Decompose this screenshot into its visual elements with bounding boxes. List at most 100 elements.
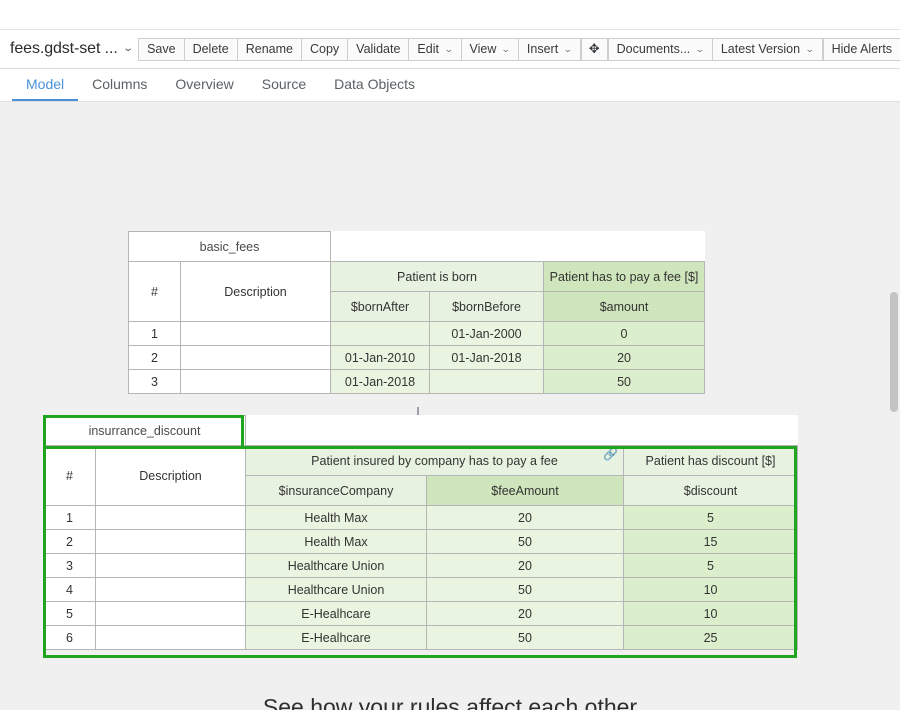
- table-row[interactable]: 6 E-Healhcare 50 25: [43, 625, 799, 650]
- rename-button[interactable]: Rename: [236, 37, 301, 61]
- cell-bornbefore[interactable]: 01-Jan-2018: [429, 345, 545, 370]
- table-name-basic-fees[interactable]: basic_fees: [127, 231, 332, 262]
- table-row[interactable]: 2 Health Max 50 15: [43, 529, 799, 554]
- row-description[interactable]: [95, 577, 246, 602]
- table-row[interactable]: 1 01-Jan-2000 0: [128, 321, 706, 346]
- cell-feeamount[interactable]: 50: [426, 577, 624, 602]
- cell-discount[interactable]: 25: [622, 625, 799, 650]
- save-button-label: Save: [147, 42, 176, 56]
- cell-amount[interactable]: 50: [543, 369, 706, 394]
- cell-bornafter[interactable]: [330, 321, 431, 346]
- table-row[interactable]: 4 Healthcare Union 50 10: [43, 577, 799, 602]
- cell-insurancecompany[interactable]: Health Max: [245, 505, 427, 530]
- tab-model[interactable]: Model: [12, 69, 79, 101]
- variable-header-discount[interactable]: $discount: [622, 475, 799, 506]
- row-description[interactable]: [95, 553, 246, 578]
- decision-table-basic-fees[interactable]: basic_fees # Description Patient is born…: [127, 231, 706, 394]
- validate-button[interactable]: Validate: [347, 37, 409, 61]
- row-description[interactable]: [95, 601, 246, 626]
- tab-columns[interactable]: Columns: [78, 69, 161, 101]
- row-description[interactable]: [95, 505, 246, 530]
- documents-button-label: Documents...: [616, 42, 691, 56]
- toolbar-alerts-group: Hide Alerts: [822, 37, 900, 61]
- insert-menu-button[interactable]: Insert ⌄: [517, 37, 581, 61]
- table-row[interactable]: 1 Health Max 20 5: [43, 505, 799, 530]
- variable-header-insurancecompany[interactable]: $insuranceCompany: [245, 475, 427, 506]
- table-name-insurrance-discount[interactable]: insurrance_discount: [43, 415, 246, 446]
- vertical-scrollbar-track[interactable]: [888, 102, 900, 710]
- group-header-row: # Description Patient insured by company…: [43, 445, 799, 506]
- cell-bornafter[interactable]: 01-Jan-2018: [330, 369, 431, 394]
- cell-discount[interactable]: 10: [622, 601, 799, 626]
- group-header-patient-is-born[interactable]: Patient is born: [330, 261, 545, 292]
- toolbar: fees.gdst-set ... ⌄ Save Delete Rename C…: [0, 30, 900, 69]
- cell-feeamount[interactable]: 50: [426, 625, 624, 650]
- cell-amount[interactable]: 0: [543, 321, 706, 346]
- cell-feeamount[interactable]: 20: [426, 601, 624, 626]
- delete-button[interactable]: Delete: [183, 37, 237, 61]
- move-icon: ✥: [588, 41, 600, 56]
- version-chevron-down-icon: ⌄: [804, 43, 815, 54]
- decision-table-insurrance-discount-wrapper: insurrance_discount # Description Patien…: [43, 415, 799, 650]
- edit-menu-button[interactable]: Edit ⌄: [408, 37, 461, 61]
- version-button-label: Latest Version: [720, 42, 801, 56]
- cell-insurancecompany[interactable]: Healthcare Union: [245, 553, 427, 578]
- group-header-row: # Description Patient is born Patient ha…: [128, 261, 706, 322]
- table-name-row-filler: [246, 416, 798, 446]
- cell-amount[interactable]: 20: [543, 345, 706, 370]
- version-button[interactable]: Latest Version ⌄: [711, 37, 823, 61]
- variable-header-bornbefore[interactable]: $bornBefore: [429, 291, 545, 322]
- tab-bar: Model Columns Overview Source Data Objec…: [0, 69, 900, 102]
- view-menu-label: View: [469, 42, 497, 56]
- insert-menu-label: Insert: [526, 42, 559, 56]
- cell-insurancecompany[interactable]: E-Healhcare: [245, 601, 427, 626]
- cell-insurancecompany[interactable]: Health Max: [245, 529, 427, 554]
- cell-discount[interactable]: 5: [622, 505, 799, 530]
- row-description[interactable]: [95, 625, 246, 650]
- row-index: 3: [43, 553, 96, 578]
- cell-discount[interactable]: 5: [622, 553, 799, 578]
- tab-source[interactable]: Source: [248, 69, 320, 101]
- link-icon[interactable]: 🔗: [603, 448, 618, 460]
- table-row[interactable]: 5 E-Healhcare 20 10: [43, 601, 799, 626]
- save-button[interactable]: Save: [138, 37, 184, 61]
- row-description[interactable]: [95, 529, 246, 554]
- group-header-patient-fee[interactable]: Patient has to pay a fee [$]: [543, 261, 706, 292]
- title-chevron-down-icon[interactable]: ⌄: [122, 43, 133, 54]
- hide-alerts-button[interactable]: Hide Alerts: [822, 37, 900, 61]
- cell-bornafter[interactable]: 01-Jan-2010: [330, 345, 431, 370]
- documents-button[interactable]: Documents... ⌄: [607, 37, 712, 61]
- row-description[interactable]: [179, 321, 332, 346]
- cell-feeamount[interactable]: 20: [426, 505, 624, 530]
- view-menu-button[interactable]: View ⌄: [460, 37, 518, 61]
- tab-overview-label: Overview: [175, 76, 234, 92]
- cell-bornbefore[interactable]: [429, 369, 545, 394]
- table-row[interactable]: 3 01-Jan-2018 50: [128, 369, 706, 394]
- cell-feeamount[interactable]: 50: [426, 529, 624, 554]
- table-row[interactable]: 2 01-Jan-2010 01-Jan-2018 20: [128, 345, 706, 370]
- cell-discount[interactable]: 10: [622, 577, 799, 602]
- variable-header-amount[interactable]: $amount: [543, 291, 706, 322]
- row-description[interactable]: [179, 345, 332, 370]
- decision-table-insurrance-discount[interactable]: insurrance_discount # Description Patien…: [43, 415, 799, 650]
- cell-discount[interactable]: 15: [622, 529, 799, 554]
- tab-data-objects[interactable]: Data Objects: [320, 69, 429, 101]
- move-button[interactable]: ✥: [580, 37, 608, 61]
- index-header-basic-fees: #: [128, 261, 181, 322]
- description-header-basic-fees: Description: [179, 261, 332, 322]
- variable-header-bornafter[interactable]: $bornAfter: [330, 291, 431, 322]
- variable-header-feeamount[interactable]: $feeAmount: [426, 475, 624, 506]
- cell-feeamount[interactable]: 20: [426, 553, 624, 578]
- tab-overview[interactable]: Overview: [161, 69, 247, 101]
- cell-insurancecompany[interactable]: Healthcare Union: [245, 577, 427, 602]
- row-description[interactable]: [179, 369, 332, 394]
- copy-button[interactable]: Copy: [300, 37, 348, 61]
- cell-bornbefore[interactable]: 01-Jan-2000: [429, 321, 545, 346]
- cell-insurancecompany[interactable]: E-Healhcare: [245, 625, 427, 650]
- view-chevron-down-icon: ⌄: [501, 43, 512, 54]
- table-row[interactable]: 3 Healthcare Union 20 5: [43, 553, 799, 578]
- group-header-patient-insured-fee[interactable]: Patient insured by company has to pay a …: [245, 445, 624, 476]
- vertical-scrollbar-thumb[interactable]: [890, 292, 898, 412]
- insert-chevron-down-icon: ⌄: [563, 43, 573, 54]
- group-header-patient-discount[interactable]: Patient has discount [$]: [622, 445, 799, 476]
